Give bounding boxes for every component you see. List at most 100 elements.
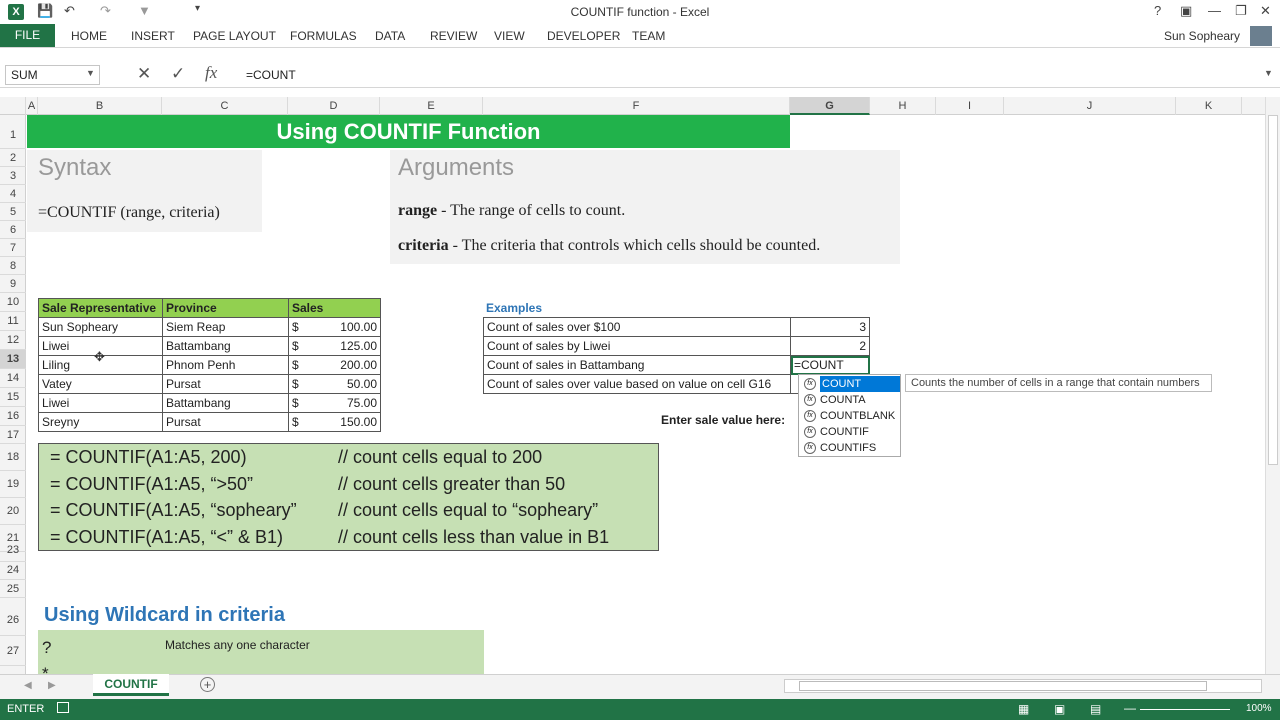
zoom-slider[interactable] (1140, 709, 1230, 710)
column-header[interactable]: F (483, 97, 790, 115)
row-header[interactable]: 11 (0, 312, 26, 331)
cell[interactable]: Siem Reap (162, 317, 289, 337)
row-header[interactable]: 23 (0, 540, 26, 560)
row-header[interactable]: 18 (0, 444, 26, 471)
row-header[interactable]: 14 (0, 369, 26, 388)
cell[interactable]: $ (288, 412, 309, 432)
row-header[interactable]: 26 (0, 598, 26, 636)
row-header[interactable]: 24 (0, 560, 26, 580)
tab-formulas[interactable]: FORMULAS (290, 29, 357, 43)
cell[interactable]: Battambang (162, 336, 289, 356)
active-cell[interactable]: =COUNT (790, 355, 870, 375)
tab-file[interactable]: FILE (0, 24, 55, 47)
normal-view-icon[interactable]: ▦ (1018, 702, 1029, 716)
cell[interactable]: Liwei (38, 393, 163, 413)
h-scroll-thumb[interactable] (799, 681, 1207, 691)
zoom-out-icon[interactable]: — (1124, 701, 1136, 715)
column-header-selected[interactable]: G (790, 97, 870, 115)
zoom-level[interactable]: 100% (1246, 703, 1272, 714)
row-header[interactable]: 9 (0, 275, 26, 293)
row-header[interactable]: 16 (0, 407, 26, 426)
cell[interactable]: Pursat (162, 374, 289, 394)
cell[interactable]: Count of sales by Liwei (483, 336, 791, 356)
cell[interactable]: 3 (790, 317, 870, 337)
select-all-corner[interactable] (0, 97, 26, 115)
column-header[interactable]: H (870, 97, 936, 115)
row-header[interactable]: 12 (0, 331, 26, 350)
vertical-scrollbar[interactable] (1265, 97, 1280, 674)
insert-function-icon[interactable]: fx (205, 63, 217, 83)
autocomplete-item[interactable]: fx COUNTBLANK (800, 408, 900, 424)
row-header[interactable]: 27 (0, 636, 26, 666)
page-layout-view-icon[interactable]: ▣ (1054, 702, 1065, 716)
prev-sheet-icon[interactable]: ◀ (24, 680, 32, 691)
header-cell[interactable]: Sale Representative (38, 298, 163, 318)
tab-developer[interactable]: DEVELOPER (547, 29, 620, 43)
tab-page-layout[interactable]: PAGE LAYOUT (193, 29, 276, 43)
row-header[interactable]: 1 (0, 115, 26, 149)
cell[interactable]: 75.00 (308, 393, 381, 413)
cell[interactable]: Count of sales over $100 (483, 317, 791, 337)
cell[interactable]: 2 (790, 336, 870, 356)
enter-icon[interactable]: ✓ (171, 64, 185, 84)
row-header[interactable]: 4 (0, 185, 26, 203)
row-header[interactable]: 3 (0, 167, 26, 185)
row-header[interactable]: 10 (0, 293, 26, 312)
cell[interactable]: Sun Sopheary (38, 317, 163, 337)
add-sheet-icon[interactable]: + (200, 677, 215, 692)
row-header[interactable]: 8 (0, 257, 26, 275)
page-break-view-icon[interactable]: ▤ (1090, 702, 1101, 716)
cell[interactable]: Vatey (38, 374, 163, 394)
cell[interactable]: $ (288, 336, 309, 356)
tab-team[interactable]: TEAM (632, 29, 665, 43)
row-header[interactable]: 6 (0, 221, 26, 239)
tab-home[interactable]: HOME (71, 29, 107, 43)
cell[interactable]: Sreyny (38, 412, 163, 432)
cell[interactable]: 150.00 (308, 412, 381, 432)
close-icon[interactable]: ✕ (1260, 3, 1271, 19)
formula-input[interactable]: =COUNT (246, 68, 296, 82)
autocomplete-item-selected[interactable]: fx COUNT (800, 376, 900, 392)
header-cell[interactable]: Province (162, 298, 289, 318)
row-header[interactable]: 7 (0, 239, 26, 257)
cell[interactable]: 125.00 (308, 336, 381, 356)
ribbon-display-icon[interactable]: ▣ (1180, 3, 1192, 19)
row-header[interactable]: 25 (0, 580, 26, 598)
row-header[interactable]: 19 (0, 471, 26, 498)
expand-formula-icon[interactable]: ▼ (1264, 68, 1273, 78)
macro-record-icon[interactable] (57, 702, 69, 713)
user-name[interactable]: Sun Sopheary (1164, 29, 1240, 43)
row-header[interactable]: 17 (0, 426, 26, 444)
cell[interactable]: $ (288, 393, 309, 413)
header-cell[interactable]: Sales (288, 298, 381, 318)
cell[interactable]: Pursat (162, 412, 289, 432)
cell[interactable]: 200.00 (308, 355, 381, 375)
row-header[interactable]: 5 (0, 203, 26, 221)
row-header-selected[interactable]: 13 (0, 350, 26, 369)
column-header[interactable]: A (26, 97, 38, 115)
cell[interactable]: Battambang (162, 393, 289, 413)
sheet-tab-countif[interactable]: COUNTIF (93, 674, 169, 696)
row-header[interactable]: 15 (0, 388, 26, 407)
cell[interactable]: Phnom Penh (162, 355, 289, 375)
cell[interactable]: $ (288, 355, 309, 375)
column-header[interactable]: E (380, 97, 483, 115)
column-header[interactable]: K (1176, 97, 1242, 115)
column-header[interactable]: D (288, 97, 380, 115)
help-icon[interactable]: ? (1154, 3, 1161, 18)
autocomplete-item[interactable]: fx COUNTA (800, 392, 900, 408)
cell[interactable]: 100.00 (308, 317, 381, 337)
cell[interactable]: $ (288, 374, 309, 394)
column-header[interactable]: B (38, 97, 162, 115)
cancel-icon[interactable]: ✕ (137, 64, 151, 84)
restore-icon[interactable]: ❐ (1235, 3, 1247, 19)
cell[interactable]: 50.00 (308, 374, 381, 394)
autocomplete-item[interactable]: fx COUNTIFS (800, 440, 900, 456)
column-header[interactable]: C (162, 97, 288, 115)
column-header[interactable]: J (1004, 97, 1176, 115)
horizontal-scrollbar[interactable] (784, 679, 1262, 693)
cell[interactable]: Count of sales over value based on value… (483, 374, 791, 394)
minimize-icon[interactable]: — (1208, 3, 1221, 18)
scroll-thumb[interactable] (1268, 115, 1278, 465)
column-header[interactable]: I (936, 97, 1004, 115)
